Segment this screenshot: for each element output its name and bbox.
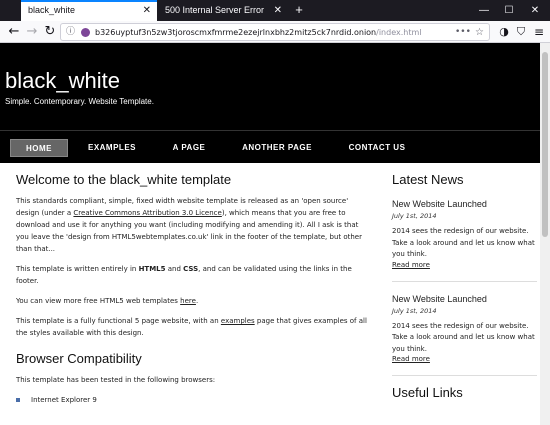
url-host: b326uyptuf3n5zw3tjoroscmxfmrme2ezejrlnxb… [95,28,377,37]
scrollbar-thumb[interactable] [542,52,548,237]
browser-name: Internet Explorer 9 [31,396,97,404]
bullet-icon [16,398,20,402]
back-arrow-icon[interactable]: ← [4,22,24,42]
menu-item-contact-us[interactable]: CONTACT US [340,139,414,157]
news-heading: Latest News [392,172,464,187]
tab-title: black_white [28,5,76,15]
news-date: July 1st, 2014 [392,212,437,220]
text-span: You can view more free HTML5 web templat… [16,297,181,305]
text-span: . [195,297,199,305]
url-bar[interactable]: ⓘ b326uyptuf3n5zw3tjoroscmxfmrme2ezejrln… [60,23,490,41]
main-content: Welcome to the black_white template This… [16,163,371,406]
minimize-icon[interactable]: — [473,0,495,21]
read-more-link[interactable]: Read more [392,261,537,269]
templates-paragraph: You can view more free HTML5 web templat… [16,295,371,307]
news-title: New Website Launched [392,293,487,304]
divider [392,280,537,282]
site-logo-title[interactable]: black_white [5,68,120,94]
css-label: CSS [183,265,199,273]
divider [392,375,537,376]
html5-label: HTML5 [138,265,166,273]
licence-link[interactable]: Creative Commons Attribution 3.0 Licence [73,209,221,217]
tab-bar: black_white ✕ 500 Internal Server Error … [0,0,550,21]
url-text[interactable]: b326uyptuf3n5zw3tjoroscmxfmrme2ezejrlnxb… [95,24,422,41]
menu-item-home[interactable]: HOME [10,139,68,157]
site-header: black_white Simple. Contemporary. Websit… [0,43,540,130]
star-icon[interactable]: ☆ [475,24,484,41]
menu-item-another-page[interactable]: ANOTHER PAGE [233,139,321,157]
maximize-icon[interactable]: ☐ [498,0,520,21]
shield-icon[interactable]: ⛉ [511,22,531,42]
url-path: /index.html [376,28,422,37]
sidebar: Latest News New Website Launched July 1s… [392,163,537,400]
news-body: 2014 sees the redesign of our website. T… [392,227,535,258]
compat-heading: Browser Compatibility [16,351,142,366]
text-span: and [165,265,184,273]
menu-item-a-page[interactable]: A PAGE [163,139,215,157]
news-title: New Website Launched [392,199,487,209]
plus-icon[interactable]: + [292,0,306,21]
close-icon[interactable]: ✕ [274,0,282,21]
navigation-toolbar: ← → ↻ ⓘ b326uyptuf3n5zw3tjoroscmxfmrme2e… [0,21,550,43]
main-menu: HOME EXAMPLES A PAGE ANOTHER PAGE CONTAC… [0,130,540,163]
menu-item-examples[interactable]: EXAMPLES [80,139,144,157]
close-icon[interactable]: ✕ [143,2,151,19]
tech-paragraph: This template is written entirely in HTM… [16,263,371,287]
compat-intro: This template has been tested in the fol… [16,376,216,384]
text-span: This template is a fully functional 5 pa… [16,317,221,325]
examples-link[interactable]: examples [221,317,255,325]
hamburger-menu-icon[interactable]: ≡ [529,22,549,42]
templates-link[interactable]: here [180,297,196,305]
text-span: This template is written entirely in [16,265,139,273]
list-item: Internet Explorer 9 [16,394,371,406]
forward-arrow-icon[interactable]: → [22,22,42,42]
news-body: 2014 sees the redesign of our website. T… [392,321,535,353]
tab-500-error[interactable]: 500 Internal Server Error ✕ [158,0,288,21]
close-window-icon[interactable]: ✕ [524,0,546,21]
examples-paragraph: This template is a fully functional 5 pa… [16,315,371,339]
browser-list: Internet Explorer 9 [16,394,371,406]
onion-icon[interactable] [81,28,90,37]
page-actions-icon[interactable]: ••• [455,24,471,41]
page-heading: Welcome to the black_white template [16,172,232,187]
news-date: July 1st, 2014 [392,306,437,315]
reload-icon[interactable]: ↻ [40,22,60,42]
tab-black-white[interactable]: black_white ✕ [21,0,157,21]
tab-title: 500 Internal Server Error [165,5,265,15]
useful-links-heading: Useful Links [392,385,463,400]
read-more-link[interactable]: Read more [392,355,537,363]
site-slogan: Simple. Contemporary. Website Template. [5,97,154,106]
info-icon[interactable]: ⓘ [66,24,75,41]
intro-paragraph: This standards compliant, simple, fixed … [16,195,371,255]
